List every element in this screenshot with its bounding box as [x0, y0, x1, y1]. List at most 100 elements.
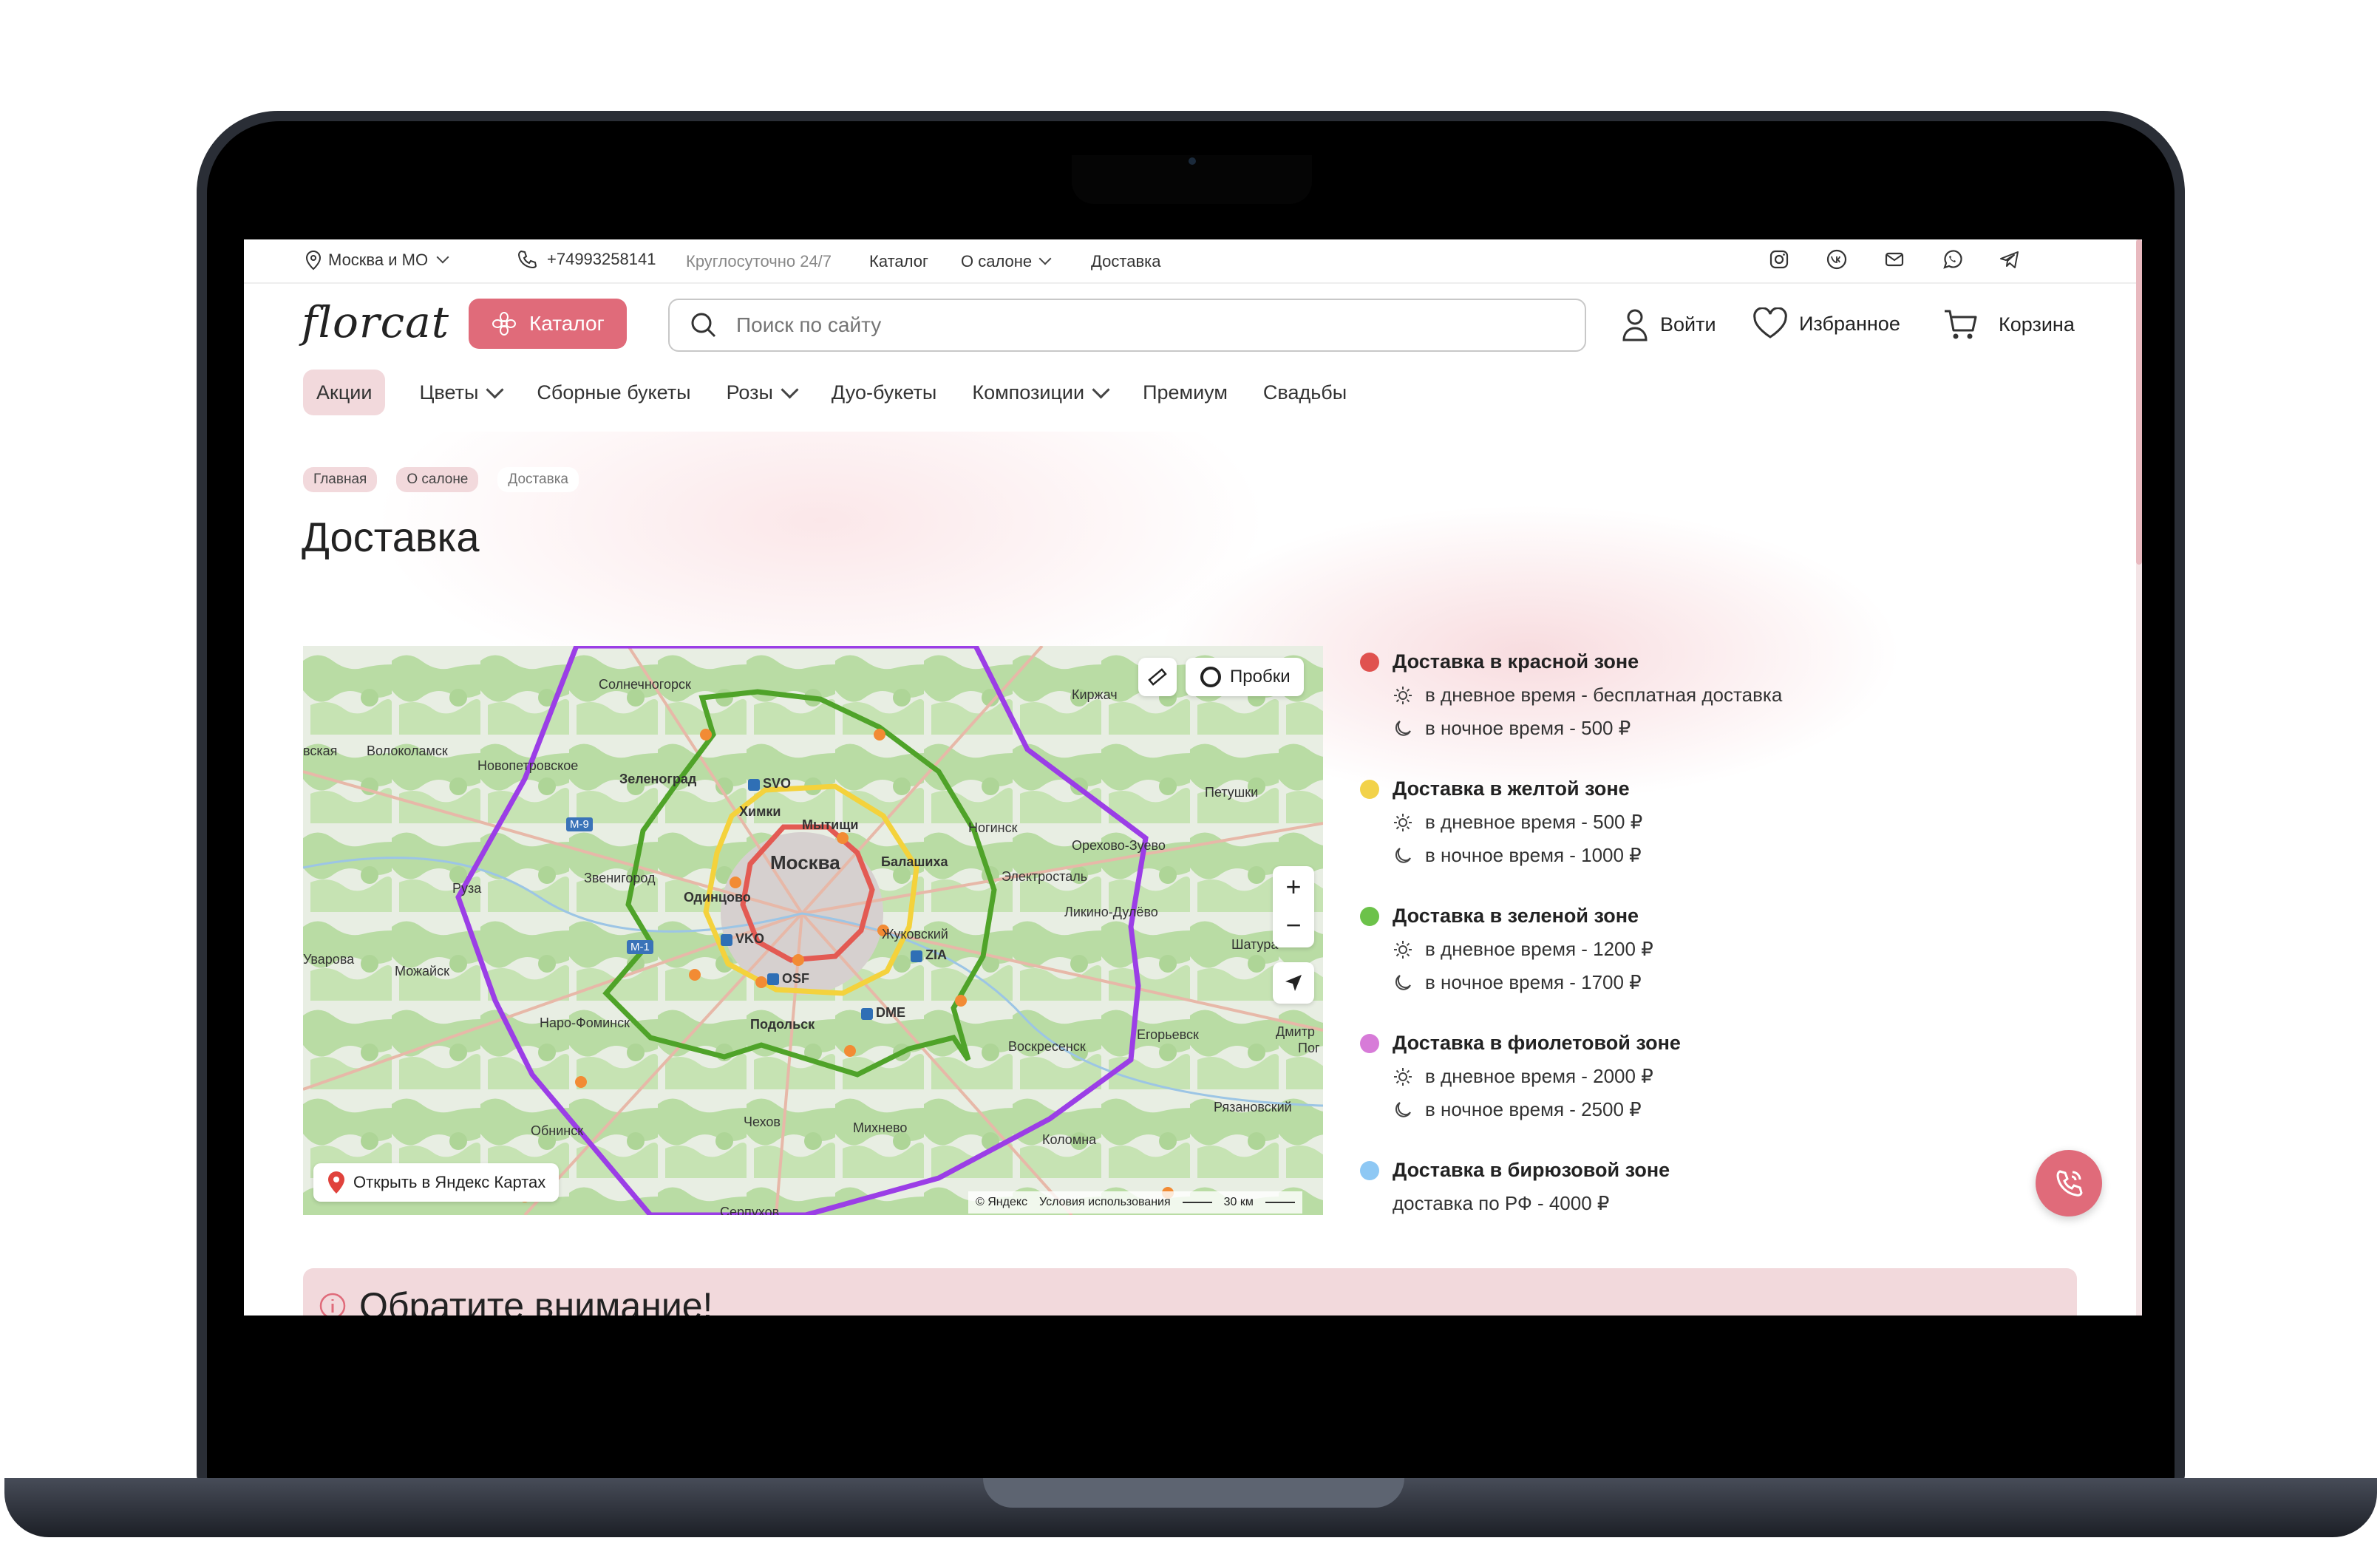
cart-link[interactable]: Корзина [1942, 307, 2075, 341]
call-button[interactable] [2036, 1150, 2102, 1216]
map-label-airport: SVO [763, 776, 792, 791]
map-terms-link[interactable]: Условия использования [1039, 1196, 1171, 1209]
map-label: Киржач [1072, 687, 1118, 702]
zone-title: Доставка в красной зоне [1393, 650, 1639, 673]
moon-icon [1395, 1101, 1411, 1117]
geolocation-button[interactable] [1273, 962, 1314, 1004]
map-label: Ликино-Дулёво [1064, 905, 1158, 919]
zone-night-price: в ночное время - 500 ₽ [1425, 717, 1631, 739]
zone-red: Доставка в красной зоне в дневное время … [1360, 650, 2025, 777]
zone-color-dot [1360, 1160, 1379, 1180]
main-nav: Акции Цветы Сборные букеты Розы Дуо-буке… [303, 370, 1347, 415]
laptop-base-notch [983, 1478, 1404, 1508]
nav-item-mixed-label: Сборные букеты [537, 381, 691, 404]
map-label: Дмитр [1276, 1024, 1315, 1039]
site-header: florcat Каталог Войти Избранное Корзина … [244, 284, 2142, 432]
topbar-link-catalog[interactable]: Каталог [869, 252, 928, 271]
map-label: Жуковский [882, 927, 948, 942]
map-scale-label: 30 км [1223, 1196, 1254, 1208]
delivery-map[interactable]: Москва Химки Мытищи Балашиха Одинцово Жу… [303, 646, 1323, 1215]
nav-item-roses-label: Розы [726, 381, 773, 404]
topbar-link-about[interactable]: О салоне [961, 252, 1052, 271]
map-label: Мытищи [802, 817, 859, 832]
map-copyright[interactable]: © Яндекс [976, 1196, 1027, 1209]
map-label: Петушки [1205, 785, 1259, 800]
scrollbar-track[interactable] [2136, 239, 2142, 1316]
catalog-button[interactable]: Каталог [469, 299, 627, 349]
login-link[interactable]: Войти [1620, 307, 1716, 341]
region-selector[interactable]: Москва и МО [305, 250, 449, 270]
breadcrumb-about[interactable]: О салоне [396, 467, 479, 492]
map-label-airport: ZIA [925, 947, 947, 962]
chevron-down-icon [1092, 380, 1110, 399]
nav-item-promo[interactable]: Акции [303, 370, 386, 415]
map-label-airport: DME [876, 1005, 905, 1020]
social-links [1768, 248, 2021, 270]
map-label: Балашиха [881, 854, 948, 869]
nav-item-mixed-bouquets[interactable]: Сборные букеты [537, 381, 690, 404]
map-label: Руза [452, 881, 482, 896]
location-pin-icon [305, 250, 322, 270]
nav-item-compositions[interactable]: Композиции [972, 380, 1110, 404]
heart-icon [1753, 307, 1787, 338]
nav-item-duo[interactable]: Дуо-букеты [832, 381, 936, 404]
zoom-in-button[interactable]: + [1273, 866, 1314, 907]
map-label: Воскресенск [1008, 1039, 1086, 1054]
sun-icon [1394, 813, 1412, 831]
telegram-icon[interactable] [1999, 248, 2021, 270]
flower-icon [492, 312, 516, 336]
breadcrumb-home[interactable]: Главная [303, 467, 378, 492]
nav-item-roses[interactable]: Розы [726, 380, 799, 404]
topbar-link-delivery[interactable]: Доставка [1091, 252, 1160, 271]
chevron-down-icon [781, 380, 799, 399]
zone-turquoise: Доставка в бирюзовой зоне доставка по РФ… [1360, 1159, 2025, 1215]
zone-title: Доставка в желтой зоне [1393, 777, 1630, 800]
zone-day-price: в дневное время - 2000 ₽ [1425, 1065, 1653, 1087]
zone-day-price: в дневное время - 500 ₽ [1425, 811, 1643, 833]
camera-icon [1189, 157, 1196, 165]
nav-item-duo-label: Дуо-букеты [831, 381, 937, 404]
map-label: Волоколамск [367, 743, 448, 758]
ruler-icon [1148, 668, 1167, 686]
breadcrumb-current: Доставка [497, 467, 579, 492]
nav-item-compositions-label: Композиции [972, 381, 1085, 404]
map-label: Химки [739, 804, 781, 819]
search-input[interactable] [735, 313, 1403, 338]
map-label-airport: OSF [782, 971, 810, 986]
chevron-down-icon [486, 380, 504, 399]
scrollbar-thumb[interactable] [2136, 239, 2142, 565]
favorites-link[interactable]: Избранное [1752, 307, 1900, 340]
scale-bar [1265, 1202, 1295, 1203]
zone-night-price: в ночное время - 2500 ₽ [1425, 1098, 1642, 1120]
nav-item-flowers[interactable]: Цветы [419, 380, 504, 404]
chevron-down-icon [436, 251, 449, 264]
topbar-link-about-label: О салоне [961, 252, 1033, 270]
map-label: Зеленоград [619, 772, 697, 786]
zoom-out-button[interactable]: − [1273, 907, 1314, 947]
map-label: Уварова [303, 952, 355, 967]
nav-item-weddings[interactable]: Свадьбы [1263, 381, 1347, 404]
traffic-button[interactable]: Пробки [1186, 658, 1304, 696]
phone-link[interactable]: +74993258141 [516, 248, 656, 270]
open-in-yandex-maps-link[interactable]: Открыть в Яндекс Картах [313, 1163, 560, 1202]
nav-item-premium[interactable]: Премиум [1143, 381, 1228, 404]
login-label: Войти [1660, 313, 1716, 336]
search-field[interactable] [668, 299, 1586, 352]
moon-icon [1395, 847, 1411, 863]
instagram-icon[interactable] [1768, 248, 1790, 270]
vk-icon[interactable] [1826, 248, 1848, 270]
map-label: Солнечногорск [599, 677, 691, 692]
traffic-label: Пробки [1230, 667, 1291, 687]
map-label: Орехово-Зуево [1072, 838, 1166, 853]
site-logo[interactable]: florcat [302, 297, 449, 347]
phone-icon [517, 250, 537, 269]
ruler-button[interactable] [1138, 658, 1177, 696]
zone-night-price: в ночное время - 1000 ₽ [1425, 844, 1642, 866]
map-label: Шатура [1231, 937, 1279, 952]
nav-item-premium-label: Премиум [1143, 381, 1228, 404]
mail-icon[interactable] [1883, 248, 1905, 270]
region-label: Москва и МО [328, 251, 429, 269]
map-label: Электросталь [1002, 869, 1088, 884]
whatsapp-icon[interactable] [1941, 248, 1963, 270]
nav-item-weddings-label: Свадьбы [1262, 381, 1347, 404]
